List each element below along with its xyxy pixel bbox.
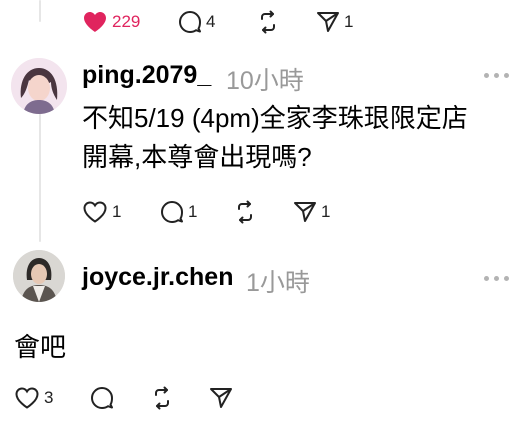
heart-icon bbox=[83, 201, 107, 223]
comment-username[interactable]: ping.2079_ bbox=[82, 61, 211, 90]
repost-button[interactable] bbox=[256, 10, 280, 34]
comment-button[interactable]: 1 bbox=[160, 200, 197, 224]
thread-line-top bbox=[39, 0, 41, 22]
comment-text-line-1: 不知5/19 (4pm)全家李珠珢限定店 bbox=[82, 103, 468, 133]
heart-icon bbox=[15, 387, 39, 409]
more-icon bbox=[484, 276, 489, 281]
repost-button[interactable] bbox=[150, 386, 174, 410]
comment-icon bbox=[179, 11, 201, 33]
comment-button[interactable]: 4 bbox=[178, 10, 215, 34]
avatar[interactable] bbox=[13, 250, 65, 302]
like-count: 229 bbox=[112, 12, 141, 31]
comment-count: 1 bbox=[188, 202, 198, 221]
heart-filled-icon bbox=[84, 12, 106, 32]
share-button[interactable]: 1 bbox=[293, 200, 330, 224]
comment-icon bbox=[91, 387, 113, 409]
comment-count: 4 bbox=[206, 12, 216, 31]
share-icon bbox=[210, 388, 232, 408]
comment-time: 10小時 bbox=[226, 67, 304, 95]
like-button[interactable]: 1 bbox=[82, 200, 121, 224]
like-count: 1 bbox=[112, 202, 122, 221]
comment-username[interactable]: joyce.jr.chen bbox=[82, 263, 233, 292]
share-count: 1 bbox=[321, 202, 331, 221]
repost-icon bbox=[238, 200, 252, 224]
like-count: 3 bbox=[44, 388, 54, 407]
repost-button[interactable] bbox=[233, 200, 257, 224]
share-count: 1 bbox=[344, 12, 354, 31]
like-button-active[interactable]: 229 bbox=[82, 10, 140, 34]
comment-text: 會吧 bbox=[14, 332, 67, 362]
comment-button[interactable] bbox=[90, 386, 114, 410]
thread-line-middle bbox=[39, 112, 41, 242]
more-icon bbox=[484, 73, 489, 78]
comment-text-line-2: 開幕,本尊會出現嗎? bbox=[82, 142, 312, 172]
share-button[interactable]: 1 bbox=[316, 10, 353, 34]
share-button[interactable] bbox=[209, 386, 233, 410]
more-button[interactable] bbox=[484, 276, 509, 281]
comment-icon bbox=[161, 201, 183, 223]
more-button[interactable] bbox=[484, 73, 509, 78]
share-icon bbox=[317, 12, 339, 32]
repost-icon bbox=[261, 10, 275, 34]
repost-icon bbox=[155, 386, 169, 410]
comment-time: 1小時 bbox=[246, 269, 310, 297]
like-button[interactable]: 3 bbox=[14, 386, 53, 410]
share-icon bbox=[294, 202, 316, 222]
avatar[interactable] bbox=[11, 58, 67, 114]
